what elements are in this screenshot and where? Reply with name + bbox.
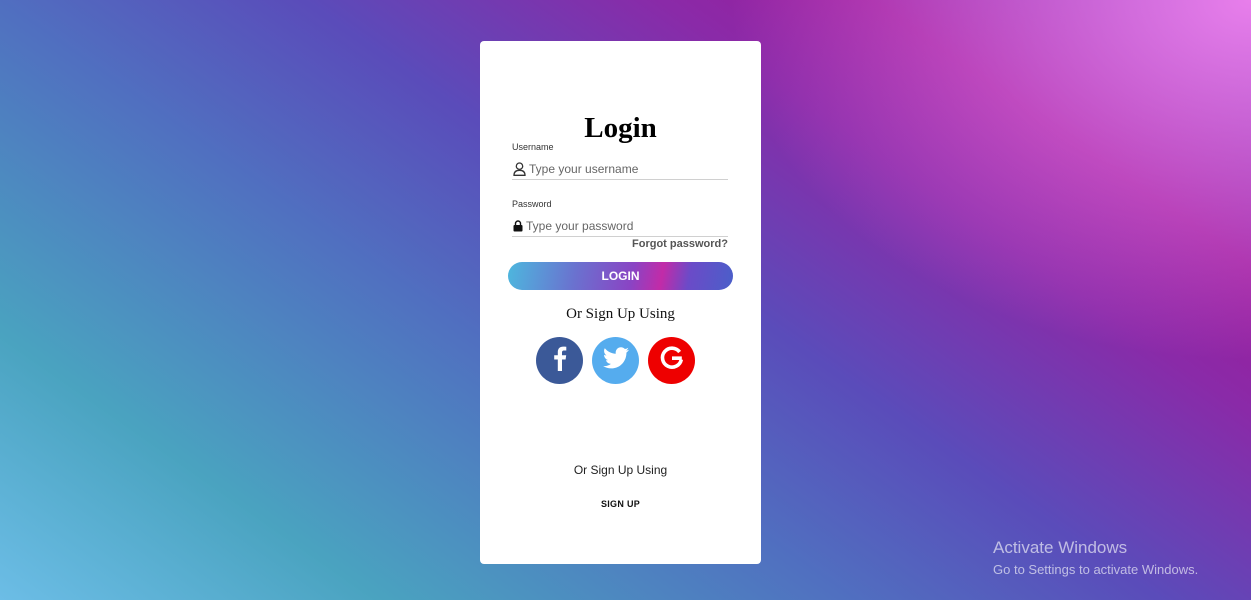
google-button[interactable] — [648, 337, 695, 384]
windows-activation-watermark: Activate Windows Go to Settings to activ… — [993, 538, 1198, 582]
login-button[interactable]: LOGIN — [508, 262, 733, 290]
password-field-row — [512, 216, 728, 237]
login-card: Login Username Password Forgot password?… — [480, 41, 761, 564]
signup-link[interactable]: SIGN UP — [480, 499, 761, 509]
lock-icon — [512, 219, 523, 233]
facebook-button[interactable] — [536, 337, 583, 384]
social-buttons — [536, 337, 695, 384]
watermark-subtitle: Go to Settings to activate Windows. — [993, 562, 1199, 577]
forgot-password-link[interactable]: Forgot password? — [632, 238, 728, 250]
watermark-title: Activate Windows — [993, 538, 1128, 557]
username-field-row — [512, 159, 728, 180]
password-input[interactable] — [526, 219, 716, 233]
twitter-icon — [602, 347, 629, 374]
facebook-icon — [553, 345, 567, 376]
twitter-button[interactable] — [592, 337, 639, 384]
google-icon — [659, 345, 685, 376]
username-label: Username — [512, 142, 554, 152]
social-signup-prompt: Or Sign Up Using — [566, 306, 675, 322]
password-label: Password — [512, 199, 552, 209]
username-input[interactable] — [529, 162, 719, 176]
signup-prompt: Or Sign Up Using — [573, 463, 668, 477]
user-icon — [512, 162, 526, 176]
